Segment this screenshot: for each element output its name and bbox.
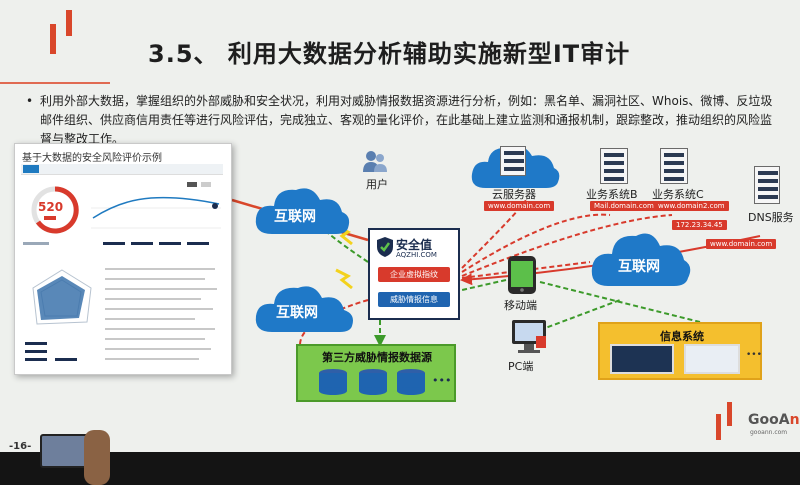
database-icon bbox=[319, 369, 347, 395]
metric-chip bbox=[103, 242, 125, 245]
tag bbox=[25, 342, 47, 345]
biz-system-c-label: 业务系统C bbox=[652, 188, 704, 201]
risk-dashboard: 基于大数据的安全风险评价示例 520 bbox=[14, 143, 232, 375]
database-icon bbox=[397, 369, 425, 395]
cloud-server bbox=[468, 140, 560, 192]
internet-cloud-bottom: 互联网 bbox=[252, 280, 358, 336]
cloud-label: 互联网 bbox=[276, 305, 318, 321]
threat-intel-button: 威胁情报信息 bbox=[378, 292, 450, 307]
audience-foreground bbox=[0, 452, 800, 485]
biz-system-b-url: Mail.domain.com bbox=[590, 201, 658, 211]
metric-chip bbox=[187, 242, 209, 245]
list-line bbox=[105, 308, 213, 310]
tag bbox=[25, 350, 47, 353]
list-line bbox=[105, 278, 205, 280]
logo-text: GooA bbox=[748, 412, 790, 428]
biz-system-b-label: 业务系统B bbox=[586, 188, 638, 201]
user-label: 用户 bbox=[366, 178, 388, 191]
threat-source-title: 第三方威胁情报数据源 bbox=[322, 351, 432, 364]
biz-system-c-url: www.domain2.com bbox=[654, 201, 729, 211]
cloud-server-url: www.domain.com bbox=[484, 201, 555, 211]
list-line bbox=[105, 318, 195, 320]
dashboard-logo bbox=[23, 165, 39, 173]
dashboard-metrics-row bbox=[23, 242, 223, 250]
list-line bbox=[105, 328, 215, 330]
info-system: 信息系统 ••• bbox=[598, 322, 762, 380]
risk-score: 520 bbox=[38, 200, 64, 214]
database-icon bbox=[359, 369, 387, 395]
more-dots: ••• bbox=[746, 350, 762, 360]
cloud-server-label: 云服务器 bbox=[492, 188, 536, 201]
threat-intel-source: 第三方威胁情报数据源 ••• bbox=[296, 344, 456, 402]
cloud-label: 互联网 bbox=[274, 209, 316, 225]
trend-line bbox=[91, 182, 221, 229]
metric-chip bbox=[131, 242, 153, 245]
dashboard-title: 基于大数据的安全风险评价示例 bbox=[22, 153, 162, 164]
tag bbox=[25, 358, 47, 361]
virtual-fingerprint-button: 企业虚拟指纹 bbox=[378, 267, 450, 282]
metric-chip bbox=[159, 242, 181, 245]
aqzhi-platform: 安全值 AQZHI.COM 企业虚拟指纹 威胁情报信息 bbox=[368, 228, 460, 320]
shield-icon bbox=[377, 237, 393, 257]
server-icon bbox=[660, 148, 688, 184]
logo-subtitle: gooann.com bbox=[750, 429, 788, 436]
monitor-screen bbox=[610, 344, 674, 374]
list-line bbox=[105, 338, 205, 340]
tag bbox=[55, 358, 77, 361]
info-system-title: 信息系统 bbox=[660, 330, 704, 343]
audience-hand bbox=[84, 430, 110, 485]
brand-url: AQZHI.COM bbox=[396, 251, 437, 259]
metric-chip bbox=[23, 242, 49, 245]
page-number: -16- bbox=[9, 441, 32, 452]
pc-icon bbox=[512, 320, 546, 353]
radar-chart bbox=[32, 269, 92, 325]
server-icon bbox=[754, 166, 780, 204]
score-badge bbox=[44, 216, 56, 220]
pc-label: PC端 bbox=[508, 360, 534, 373]
slide: 3.5、 利用大数据分析辅助实施新型IT审计 • 利用外部大数据，掌握组织的外部… bbox=[0, 0, 800, 485]
dashboard-list bbox=[105, 266, 225, 366]
list-line bbox=[105, 288, 217, 290]
list-line bbox=[105, 268, 215, 270]
list-line bbox=[105, 348, 211, 350]
internet-cloud-right: 互联网 bbox=[588, 226, 692, 290]
mobile-label: 移动端 bbox=[504, 299, 537, 312]
ip-tag: 172.23.34.45 bbox=[672, 220, 727, 230]
monitor-screen bbox=[684, 344, 740, 374]
more-dots: ••• bbox=[432, 374, 452, 387]
dashboard-header bbox=[21, 164, 223, 175]
logo-text-accent: n bbox=[789, 412, 800, 428]
gooann-logo: GooAn bbox=[748, 412, 800, 428]
list-line bbox=[105, 358, 199, 360]
mobile-icon bbox=[508, 256, 536, 294]
internet-cloud-top: 互联网 bbox=[252, 182, 352, 238]
dns-label: DNS服务 bbox=[748, 211, 794, 224]
dashboard-tags bbox=[25, 342, 95, 370]
server-icon bbox=[600, 148, 628, 184]
users-icon bbox=[363, 151, 387, 172]
dns-url: www.domain.com bbox=[706, 239, 777, 249]
server-icon bbox=[500, 146, 526, 176]
cloud-label: 互联网 bbox=[618, 259, 660, 275]
list-line bbox=[105, 298, 201, 300]
